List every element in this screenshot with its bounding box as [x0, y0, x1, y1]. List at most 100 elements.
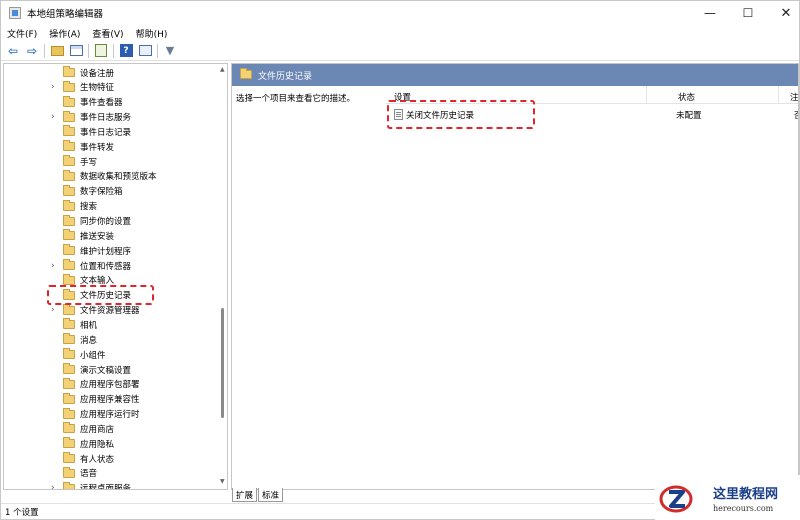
tree-item-label: 远程桌面服务: [80, 484, 132, 490]
tree-item-label: 事件查看器: [80, 98, 123, 109]
folder-icon: [63, 199, 75, 211]
scroll-up-icon[interactable]: ▲: [220, 66, 225, 73]
tree-item[interactable]: 设备注册: [4, 65, 216, 80]
tab-extended[interactable]: 扩展: [232, 488, 258, 502]
tree-item[interactable]: › 生物特征: [4, 80, 216, 95]
toolbar-separator: [157, 43, 158, 58]
folder-icon: [63, 466, 75, 478]
back-arrow-icon[interactable]: ⇦: [5, 43, 21, 59]
tree-item-label: 事件日志服务: [80, 113, 132, 124]
tree-item[interactable]: › 事件日志服务: [4, 110, 216, 125]
tree-item-label: 应用程序兼容性: [80, 395, 140, 406]
export-list-icon[interactable]: [93, 43, 109, 59]
tree-item-label: 设备注册: [80, 68, 115, 79]
help-icon[interactable]: ?: [118, 43, 134, 59]
column-note[interactable]: 注: [790, 91, 798, 103]
tree-item[interactable]: 推送安装: [4, 228, 216, 243]
watermark-url: herecours.com: [713, 504, 774, 513]
tree-item[interactable]: 事件查看器: [4, 95, 216, 110]
folder-icon: [63, 422, 75, 434]
tree-item[interactable]: 应用程序兼容性: [4, 392, 216, 407]
tree-item-label: 数字保险箱: [80, 187, 123, 198]
column-state[interactable]: 状态: [678, 91, 695, 103]
menu-file[interactable]: 文件(F): [7, 27, 37, 40]
tree-item[interactable]: 手写: [4, 154, 216, 169]
settings-list[interactable]: 设置 状态 注 关闭文件历史记录 未配置 否: [386, 86, 798, 486]
minimize-button[interactable]: —: [691, 1, 729, 25]
chevron-right-icon[interactable]: ›: [51, 82, 59, 92]
menu-view[interactable]: 查看(V): [92, 27, 123, 40]
chevron-right-icon[interactable]: ›: [51, 112, 59, 122]
tree-item[interactable]: › 位置和传感器: [4, 258, 216, 273]
table-row[interactable]: 关闭文件历史记录 未配置 否: [386, 106, 798, 122]
tree-item[interactable]: › 文件资源管理器: [4, 303, 216, 318]
folder-icon: [63, 155, 75, 167]
close-button[interactable]: ✕: [767, 1, 800, 25]
column-setting[interactable]: 设置: [394, 91, 411, 103]
tree-item[interactable]: 数字保险箱: [4, 184, 216, 199]
tree-item[interactable]: 文本输入: [4, 273, 216, 288]
tree-item[interactable]: 维护计划程序: [4, 243, 216, 258]
scroll-down-icon[interactable]: ▼: [220, 478, 225, 485]
tree-item-label: 应用隐私: [80, 439, 115, 450]
folder-icon: [63, 407, 75, 419]
watermark-logo: [659, 485, 693, 513]
chevron-right-icon[interactable]: ›: [51, 261, 59, 271]
folder-icon: [63, 288, 75, 300]
tree-scrollbar[interactable]: ▲ ▼: [219, 64, 227, 489]
tree-item[interactable]: 消息: [4, 332, 216, 347]
tree-item-label: 相机: [80, 320, 98, 331]
tree-item[interactable]: 事件转发: [4, 139, 216, 154]
watermark: 这里教程网 herecours.com: [655, 475, 800, 520]
folder-icon: [63, 333, 75, 345]
toolbar-separator: [113, 43, 114, 58]
column-divider[interactable]: [778, 86, 779, 104]
tree-item[interactable]: 小组件: [4, 347, 216, 362]
tree-item[interactable]: 有人状态: [4, 451, 216, 466]
menu-bar: 文件(F) 操作(A) 查看(V) 帮助(H): [1, 25, 799, 41]
tree-item[interactable]: 应用程序运行时: [4, 407, 216, 422]
forward-arrow-icon[interactable]: ⇨: [24, 43, 40, 59]
tree-item-label: 生物特征: [80, 83, 115, 94]
tree-item[interactable]: 搜索: [4, 199, 216, 214]
tree-item-label: 文件资源管理器: [80, 306, 140, 317]
tree-item[interactable]: 应用商店: [4, 421, 216, 436]
tree-item-label: 有人状态: [80, 454, 115, 465]
policy-tree[interactable]: 设备注册 › 生物特征事件查看器 › 事件日志服务 事件日志记录 事件转发 手写 数据收集和预览…: [3, 63, 228, 490]
properties-icon[interactable]: [137, 43, 153, 59]
folder-icon: [63, 392, 75, 404]
details-title: 文件历史记录: [258, 72, 313, 82]
chevron-right-icon[interactable]: ›: [51, 305, 59, 315]
maximize-button[interactable]: ☐: [729, 1, 767, 25]
policy-note: 否: [794, 109, 798, 121]
tree-item[interactable]: 文件历史记录: [4, 288, 216, 303]
menu-help[interactable]: 帮助(H): [136, 27, 168, 40]
chevron-right-icon[interactable]: ›: [51, 483, 59, 489]
tree-item[interactable]: 同步你的设置: [4, 214, 216, 229]
tree-item[interactable]: 应用程序包部署: [4, 377, 216, 392]
folder-icon: [63, 273, 75, 285]
up-folder-icon[interactable]: [49, 43, 65, 59]
tree-item-label: 应用程序运行时: [80, 410, 140, 421]
show-hide-tree-icon[interactable]: [68, 43, 84, 59]
policy-name[interactable]: 关闭文件历史记录: [406, 109, 474, 121]
tree-item[interactable]: 演示文稿设置: [4, 362, 216, 377]
tree-item-label: 文本输入: [80, 276, 115, 287]
folder-icon: [240, 68, 252, 79]
status-text: 1 个设置: [5, 507, 39, 518]
tree-item-label: 推送安装: [80, 231, 115, 242]
tree-item[interactable]: 语音: [4, 466, 216, 481]
tree-item[interactable]: 相机: [4, 317, 216, 332]
tree-item[interactable]: 应用隐私: [4, 436, 216, 451]
column-divider[interactable]: [646, 86, 647, 104]
tree-item[interactable]: 事件日志记录: [4, 124, 216, 139]
folder-icon: [63, 229, 75, 241]
filter-icon[interactable]: ▼: [162, 43, 178, 59]
tree-scroll-thumb[interactable]: [221, 308, 224, 418]
tree-item[interactable]: 数据收集和预览版本: [4, 169, 216, 184]
tree-item[interactable]: › 远程桌面服务: [4, 481, 216, 490]
folder-icon: [63, 169, 75, 181]
folder-icon: [63, 110, 75, 122]
tab-standard[interactable]: 标准: [258, 488, 284, 502]
menu-action[interactable]: 操作(A): [49, 27, 80, 40]
